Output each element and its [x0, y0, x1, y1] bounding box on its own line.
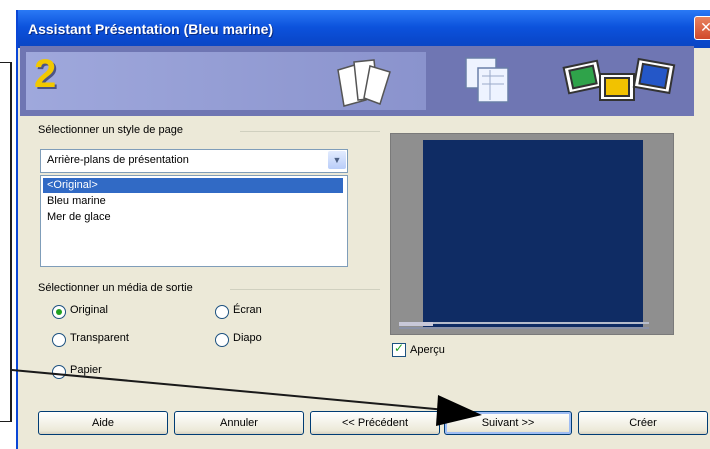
slides-icon: [562, 57, 676, 101]
slide-decoration-accent: [399, 322, 433, 326]
radio-label: Transparent: [70, 332, 129, 344]
radio-label: Original: [70, 304, 108, 316]
window-title: Assistant Présentation (Bleu marine): [28, 21, 274, 37]
wizard-banner: 2: [20, 46, 694, 116]
output-media-group-label: Sélectionner un média de sortie: [38, 282, 193, 294]
output-media-group-divider: [230, 289, 380, 290]
slide-decoration-line: [399, 327, 649, 329]
next-button[interactable]: Suivant >>: [444, 411, 572, 435]
dropdown-value: Arrière-plans de présentation: [47, 154, 189, 166]
close-button[interactable]: ✕: [694, 16, 710, 40]
preview-pane: [390, 133, 674, 335]
previous-button[interactable]: << Précédent: [310, 411, 440, 435]
page-style-group-divider: [240, 131, 380, 132]
radio-label: Diapo: [233, 332, 262, 344]
page-style-group-label: Sélectionner un style de page: [38, 124, 183, 136]
radio-button-icon[interactable]: [215, 305, 229, 319]
list-item-bleu-marine[interactable]: Bleu marine: [43, 194, 106, 209]
background-style-dropdown[interactable]: Arrière-plans de présentation ▼: [40, 149, 348, 173]
help-button[interactable]: Aide: [38, 411, 168, 435]
preview-checkbox[interactable]: [392, 341, 406, 357]
list-item-original[interactable]: <Original>: [43, 178, 343, 193]
preview-slide: [423, 140, 643, 328]
preview-checkbox-label: Aperçu: [410, 344, 445, 356]
radio-label: Papier: [70, 364, 102, 376]
radio-button-icon[interactable]: [215, 333, 229, 347]
slide-decoration-line: [399, 322, 649, 324]
step-number: 2: [34, 52, 57, 96]
cancel-button[interactable]: Annuler: [174, 411, 304, 435]
radio-button-icon[interactable]: [52, 305, 66, 319]
radio-button-icon[interactable]: [52, 333, 66, 347]
create-button[interactable]: Créer: [578, 411, 708, 435]
layout-icon: [465, 57, 509, 103]
radio-button-icon[interactable]: [52, 365, 66, 379]
annotation-bracket-line: [0, 62, 12, 422]
list-item-mer-de-glace[interactable]: Mer de glace: [43, 210, 111, 225]
radio-label: Écran: [233, 304, 262, 316]
close-icon: ✕: [700, 19, 710, 35]
title-bar[interactable]: Assistant Présentation (Bleu marine) ✕: [18, 10, 710, 48]
pages-icon: [337, 59, 391, 107]
page-style-list[interactable]: <Original> Bleu marine Mer de glace: [40, 175, 348, 267]
chevron-down-icon[interactable]: ▼: [328, 151, 346, 169]
